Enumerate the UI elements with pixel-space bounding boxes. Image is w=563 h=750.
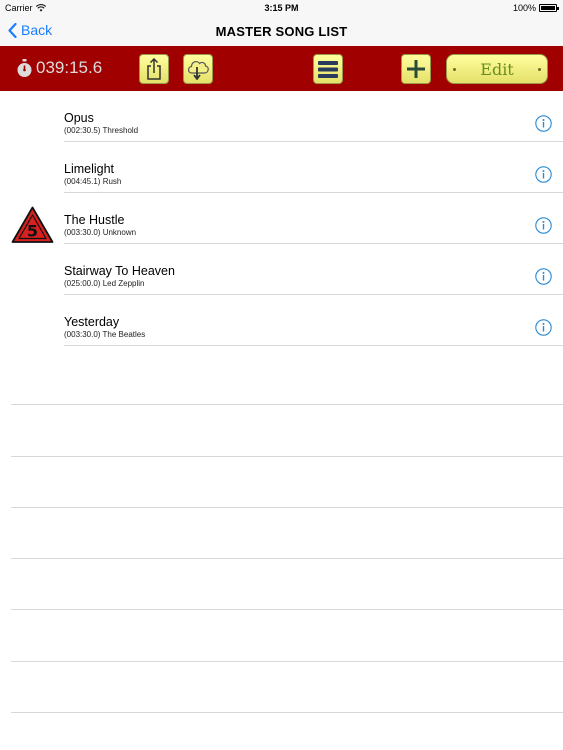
menu-button[interactable]: [313, 54, 343, 84]
song-meta: (004:45.1) Rush: [64, 177, 122, 186]
warning-triangle-icon: 5: [11, 206, 54, 243]
song-title: Opus: [64, 111, 94, 125]
edit-label: Edit: [480, 59, 514, 79]
song-title: Yesterday: [64, 315, 120, 329]
song-row[interactable]: Yesterday (003:30.0) The Beatles: [0, 295, 563, 346]
page-title: MASTER SONG LIST: [215, 24, 348, 39]
info-icon[interactable]: [535, 268, 552, 285]
share-button[interactable]: [139, 54, 169, 84]
empty-rows: [0, 354, 563, 714]
empty-row: [0, 457, 563, 508]
right-dot-icon: [538, 68, 541, 71]
status-bar: Carrier 3:15 PM 100%: [0, 0, 563, 16]
edit-button[interactable]: Edit: [446, 54, 548, 84]
menu-icon: [318, 60, 338, 78]
back-button[interactable]: Back: [8, 22, 52, 38]
info-icon[interactable]: [535, 217, 552, 234]
stopwatch-icon: [17, 58, 32, 77]
info-icon[interactable]: [535, 319, 552, 336]
empty-row: [0, 559, 563, 611]
song-meta: (002:30.5) Threshold: [64, 126, 139, 135]
toolbar: 039:15.6 Edit: [0, 46, 563, 91]
cloud-download-icon: [187, 60, 209, 80]
song-row[interactable]: Stairway To Heaven (025:00.0) Led Zeppli…: [0, 244, 563, 295]
empty-row: [0, 662, 563, 714]
status-time: 3:15 PM: [264, 3, 299, 13]
row-divider: [64, 345, 563, 346]
song-title: Limelight: [64, 162, 115, 176]
cloud-download-button[interactable]: [183, 54, 213, 84]
share-icon: [147, 58, 161, 80]
info-icon[interactable]: [535, 166, 552, 183]
song-row[interactable]: 5 The Hustle (003:30.0) Unknown: [0, 193, 563, 244]
add-song-button[interactable]: [401, 54, 431, 84]
song-meta: (003:30.0) Unknown: [64, 228, 137, 237]
left-dot-icon: [453, 68, 456, 71]
empty-row: [0, 405, 563, 457]
song-row[interactable]: Opus (002:30.5) Threshold: [0, 91, 563, 142]
song-row[interactable]: Limelight (004:45.1) Rush: [0, 142, 563, 193]
timer-value: 039:15.6: [36, 58, 103, 77]
song-meta: (025:00.0) Led Zepplin: [64, 279, 145, 288]
navigation-bar: Back MASTER SONG LIST: [0, 16, 563, 46]
row-divider: [11, 712, 563, 714]
song-title: Stairway To Heaven: [64, 264, 175, 278]
battery-icon: [539, 4, 559, 12]
empty-row: [0, 508, 563, 560]
info-icon[interactable]: [535, 115, 552, 132]
chevron-left-icon: [8, 22, 17, 38]
back-label: Back: [21, 22, 53, 38]
battery-indicator: 100%: [512, 3, 559, 13]
song-title: The Hustle: [64, 213, 125, 227]
song-list: Opus (002:30.5) Threshold Limelight (004…: [0, 91, 563, 346]
warning-number: 5: [27, 222, 38, 241]
plus-icon: [407, 60, 425, 78]
empty-row: [0, 610, 563, 662]
battery-percent: 100%: [512, 3, 536, 13]
set-timer: 039:15.6: [16, 58, 102, 78]
empty-row: [0, 354, 563, 406]
song-meta: (003:30.0) The Beatles: [64, 330, 146, 339]
